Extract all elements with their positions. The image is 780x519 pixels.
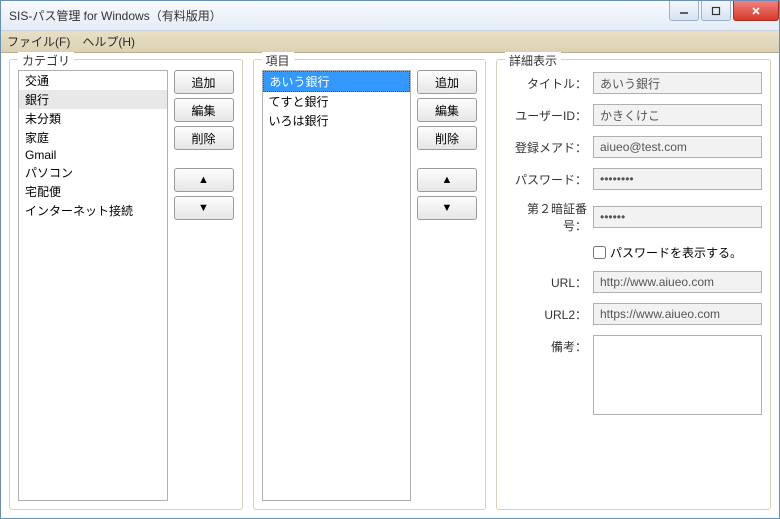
category-list-item[interactable]: Gmail xyxy=(19,147,167,163)
menu-file[interactable]: ファイル(F) xyxy=(7,33,70,50)
close-icon xyxy=(751,6,761,16)
url2-label: URL2： xyxy=(505,306,587,323)
category-list-item[interactable]: パソコン xyxy=(19,163,167,182)
minimize-icon xyxy=(679,6,689,16)
menu-help[interactable]: ヘルプ(H) xyxy=(82,33,135,50)
category-list-item[interactable]: 宅配便 xyxy=(19,182,167,201)
item-delete-button[interactable]: 削除 xyxy=(417,126,477,150)
category-buttons: 追加 編集 削除 ▲ ▼ xyxy=(174,70,234,501)
item-edit-button[interactable]: 編集 xyxy=(417,98,477,122)
detail-group: 詳細表示 タイトル： ユーザーID： 登録メアド： パスワード： xyxy=(496,59,771,510)
item-down-button[interactable]: ▼ xyxy=(417,196,477,220)
maximize-icon xyxy=(711,6,721,16)
item-up-button[interactable]: ▲ xyxy=(417,168,477,192)
show-password-checkbox[interactable] xyxy=(593,246,606,259)
item-add-button[interactable]: 追加 xyxy=(417,70,477,94)
title-field[interactable] xyxy=(593,72,762,94)
show-password-label: パスワードを表示する。 xyxy=(610,244,742,261)
category-up-button[interactable]: ▲ xyxy=(174,168,234,192)
close-button[interactable] xyxy=(733,1,779,21)
userid-label: ユーザーID： xyxy=(505,107,587,124)
maximize-button[interactable] xyxy=(701,1,731,21)
menubar: ファイル(F) ヘルプ(H) xyxy=(1,31,779,53)
category-list-item[interactable]: 銀行 xyxy=(19,90,167,109)
content-area: カテゴリ 交通銀行未分類家庭Gmailパソコン宅配便インターネット接続 追加 編… xyxy=(1,53,779,518)
title-label: タイトル： xyxy=(505,75,587,92)
url2-field[interactable] xyxy=(593,303,762,325)
category-down-button[interactable]: ▼ xyxy=(174,196,234,220)
item-list-item[interactable]: てすと銀行 xyxy=(263,92,411,111)
item-list-item[interactable]: いろは銀行 xyxy=(263,111,411,130)
item-group: 項目 あいう銀行てすと銀行いろは銀行 追加 編集 削除 ▲ ▼ xyxy=(253,59,487,510)
main-window: SIS-パス管理 for Windows（有料版用） ファイル(F) ヘルプ(H… xyxy=(0,0,780,519)
window-title: SIS-パス管理 for Windows（有料版用） xyxy=(9,7,222,24)
titlebar[interactable]: SIS-パス管理 for Windows（有料版用） xyxy=(1,1,779,31)
category-add-button[interactable]: 追加 xyxy=(174,70,234,94)
pin2-field[interactable] xyxy=(593,206,762,228)
item-buttons: 追加 編集 削除 ▲ ▼ xyxy=(417,70,477,501)
password-label: パスワード： xyxy=(505,171,587,188)
category-group-title: カテゴリ xyxy=(18,52,74,69)
category-list-item[interactable]: インターネット接続 xyxy=(19,201,167,220)
userid-field[interactable] xyxy=(593,104,762,126)
detail-group-title: 詳細表示 xyxy=(505,52,561,69)
category-delete-button[interactable]: 削除 xyxy=(174,126,234,150)
remarks-label: 備考： xyxy=(505,335,587,355)
minimize-button[interactable] xyxy=(669,1,699,21)
category-group: カテゴリ 交通銀行未分類家庭Gmailパソコン宅配便インターネット接続 追加 編… xyxy=(9,59,243,510)
category-listbox[interactable]: 交通銀行未分類家庭Gmailパソコン宅配便インターネット接続 xyxy=(18,70,168,501)
pin2-label: 第２暗証番号： xyxy=(505,200,587,234)
category-list-item[interactable]: 未分類 xyxy=(19,109,167,128)
password-field[interactable] xyxy=(593,168,762,190)
category-edit-button[interactable]: 編集 xyxy=(174,98,234,122)
item-list-item[interactable]: あいう銀行 xyxy=(263,71,411,92)
category-list-item[interactable]: 家庭 xyxy=(19,128,167,147)
remarks-field[interactable] xyxy=(593,335,762,415)
url-label: URL： xyxy=(505,274,587,291)
category-list-item[interactable]: 交通 xyxy=(19,71,167,90)
email-field[interactable] xyxy=(593,136,762,158)
window-controls xyxy=(667,1,779,21)
item-listbox[interactable]: あいう銀行てすと銀行いろは銀行 xyxy=(262,70,412,501)
email-label: 登録メアド： xyxy=(505,139,587,156)
item-group-title: 項目 xyxy=(262,52,294,69)
url-field[interactable] xyxy=(593,271,762,293)
